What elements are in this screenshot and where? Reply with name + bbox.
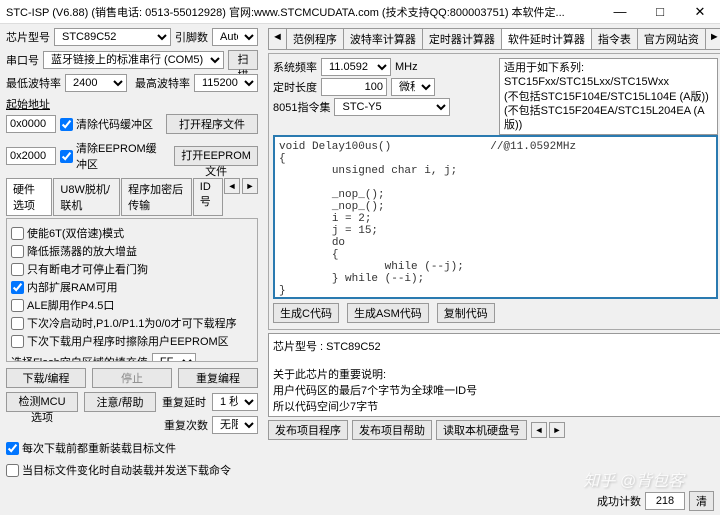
pin-select[interactable]: Auto (212, 28, 258, 46)
chip-label: 芯片型号 (6, 29, 50, 45)
series-note: 适用于如下系列: STC15Fxx/STC15Lxx/STC15Wxx (不包括… (499, 58, 718, 135)
open-eeprom-button[interactable]: 打开EEPROM文件 (174, 146, 258, 166)
repdelay-select[interactable]: 1 秒 (212, 393, 258, 411)
port-select[interactable]: 蓝牙链接上的标准串行 (COM5) (43, 51, 224, 69)
pin-label: 引脚数 (175, 29, 208, 45)
opt2-checkbox[interactable] (11, 245, 24, 258)
close-button[interactable]: ✕ (686, 4, 714, 20)
detect-mcu-button[interactable]: 检测MCU选项 (6, 392, 78, 412)
repdelay-label: 重复延时 (162, 394, 206, 410)
pub-left-arrow[interactable]: ◄ (531, 422, 547, 438)
tab-right-arrow[interactable]: ► (242, 178, 258, 194)
opt4-label: 内部扩展RAM可用 (27, 279, 117, 295)
tab-hardware[interactable]: 硬件选项 (6, 178, 52, 216)
maxbaud-select[interactable]: 115200 (194, 74, 258, 92)
repcount-label: 重复次数 (164, 417, 208, 433)
code-output[interactable]: void Delay100us() //@11.0592MHz { unsign… (273, 135, 718, 299)
opt7-checkbox[interactable] (11, 335, 24, 348)
opt7-label: 下次下载用户程序时擦除用户EEPROM区 (27, 333, 229, 349)
clear-eeprom-label: 清除EEPROM缓冲区 (76, 140, 166, 172)
startaddr-label: 起始地址 (6, 96, 258, 112)
tabs-left-arrow[interactable]: ◄ (268, 28, 287, 49)
pub-program-button[interactable]: 发布项目程序 (268, 420, 348, 440)
help-button[interactable]: 注意/帮助 (84, 392, 156, 412)
scan-button[interactable]: 扫描 (228, 50, 258, 70)
tabs-right-arrow[interactable]: ► (705, 28, 720, 49)
clear-code-checkbox[interactable] (60, 118, 73, 131)
stop-button[interactable]: 停止 (92, 368, 172, 388)
opt2-label: 降低振荡器的放大增益 (27, 243, 137, 259)
gen-asm-button[interactable]: 生成ASM代码 (347, 303, 429, 323)
success-count (645, 492, 685, 510)
minimize-button[interactable]: — (606, 4, 634, 20)
tab-baudcalc[interactable]: 波特率计算器 (343, 28, 423, 49)
tab-delaycalc[interactable]: 软件延时计算器 (501, 28, 592, 49)
reload-checkbox[interactable] (6, 442, 19, 455)
opt1-checkbox[interactable] (11, 227, 24, 240)
delay-input[interactable] (321, 78, 387, 96)
chip-select[interactable]: STC89C52 (54, 28, 171, 46)
pub-right-arrow[interactable]: ► (549, 422, 565, 438)
tab-example[interactable]: 范例程序 (286, 28, 344, 49)
maximize-button[interactable]: □ (646, 4, 674, 20)
tab-u8w[interactable]: U8W脱机/联机 (53, 178, 120, 216)
port-label: 串口号 (6, 52, 39, 68)
reprogram-button[interactable]: 重复编程 (178, 368, 258, 388)
reload-label: 每次下载前都重新装载目标文件 (22, 440, 176, 456)
sysfreq-unit: MHz (395, 61, 418, 73)
delay-unit-select[interactable]: 微秒 (391, 78, 435, 96)
flash-fill-label: 选择Flash空白区域的填充值 (11, 354, 148, 362)
open-code-button[interactable]: 打开程序文件 (166, 114, 258, 134)
tab-timercalc[interactable]: 定时器计算器 (422, 28, 502, 49)
tab-instr[interactable]: 指令表 (591, 28, 638, 49)
opt6-checkbox[interactable] (11, 317, 24, 330)
tab-left-arrow[interactable]: ◄ (224, 178, 240, 194)
read-disk-button[interactable]: 读取本机硬盘号 (436, 420, 527, 440)
instrset-label: 8051指令集 (273, 99, 330, 115)
tab-id[interactable]: ID号 (193, 178, 223, 216)
opt6-label: 下次冷启动时,P1.0/P1.1为0/0才可下载程序 (27, 315, 237, 331)
addr1-input[interactable] (6, 115, 56, 133)
clear-count-button[interactable]: 清 (689, 491, 714, 511)
sysfreq-label: 系统频率 (273, 59, 317, 75)
info-box: 芯片型号 : STC89C52 关于此芯片的重要说明: 用户代码区的最后7个字节… (268, 333, 720, 417)
window-title: STC-ISP (V6.88) (销售电话: 0513-55012928) 官网… (6, 4, 606, 20)
flash-fill-select[interactable]: FF (152, 353, 196, 362)
minbaud-select[interactable]: 2400 (65, 74, 127, 92)
success-label: 成功计数 (597, 493, 641, 509)
opt5-label: ALE脚用作P4.5口 (27, 297, 114, 313)
maxbaud-label: 最高波特率 (135, 75, 190, 91)
tab-website[interactable]: 官方网站资 (637, 28, 706, 49)
gen-c-button[interactable]: 生成C代码 (273, 303, 339, 323)
repcount-select[interactable]: 无限 (212, 416, 258, 434)
pub-help-button[interactable]: 发布项目帮助 (352, 420, 432, 440)
opt3-checkbox[interactable] (11, 263, 24, 276)
opt1-label: 使能6T(双倍速)模式 (27, 225, 124, 241)
clear-code-label: 清除代码缓冲区 (76, 116, 153, 132)
opt3-label: 只有断电才可停止看门狗 (27, 261, 148, 277)
minbaud-label: 最低波特率 (6, 75, 61, 91)
copy-code-button[interactable]: 复制代码 (437, 303, 495, 323)
opt5-checkbox[interactable] (11, 299, 24, 312)
sysfreq-select[interactable]: 11.0592 (321, 58, 391, 76)
opt4-checkbox[interactable] (11, 281, 24, 294)
download-button[interactable]: 下载/编程 (6, 368, 86, 388)
clear-eeprom-checkbox[interactable] (60, 150, 73, 163)
addr2-input[interactable] (6, 147, 56, 165)
autoload-checkbox[interactable] (6, 464, 19, 477)
instrset-select[interactable]: STC-Y5 (334, 98, 450, 116)
autoload-label: 当目标文件变化时自动装载并发送下载命令 (22, 462, 231, 478)
tab-encrypt[interactable]: 程序加密后传输 (121, 178, 192, 216)
delay-label: 定时长度 (273, 79, 317, 95)
watermark: 知乎 @背包客 (583, 467, 684, 491)
